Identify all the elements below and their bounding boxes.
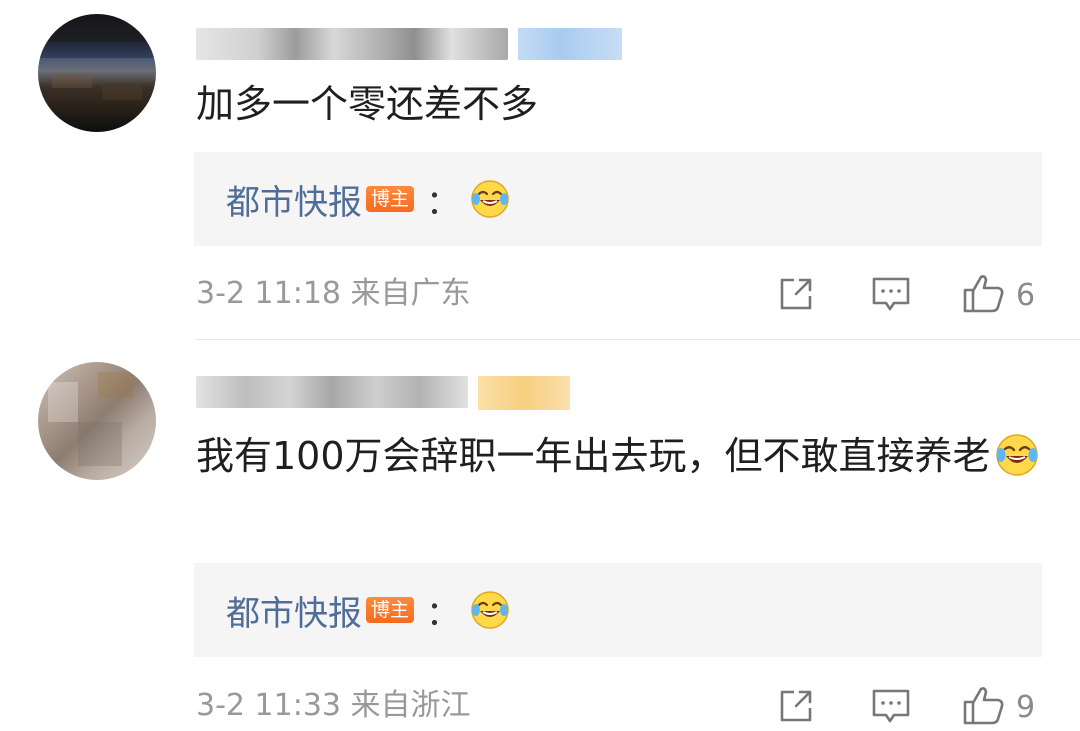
reply-colon: ：: [426, 593, 461, 634]
comment-button[interactable]: [870, 274, 912, 318]
user-badge-redacted: [478, 376, 570, 410]
comment-meta: 3-2 11:18 来自广东: [196, 276, 471, 311]
share-icon: [776, 686, 816, 730]
reply-box[interactable]: 都市快报 博主 ：: [194, 152, 1042, 246]
reply-colon: ：: [426, 182, 461, 223]
blogger-badge: 博主: [366, 597, 415, 623]
reply-author[interactable]: 都市快报: [226, 175, 362, 224]
comment-item: 加多一个零还差不多 都市快报 博主 ： 3-2 11:18 来自广东 6: [0, 0, 1080, 338]
thumbs-up-icon: [962, 272, 1006, 318]
comment-text: 我有100万会辞职一年出去玩，但不敢直接养老: [196, 426, 1056, 486]
share-icon: [776, 274, 816, 318]
like-count: 9: [1016, 689, 1036, 725]
user-badge-redacted: [518, 28, 622, 60]
share-button[interactable]: [776, 686, 816, 730]
like-button[interactable]: 6: [962, 272, 1035, 318]
username-redacted[interactable]: [196, 28, 508, 60]
share-button[interactable]: [776, 274, 816, 318]
reply-line: 都市快报 博主 ：: [226, 563, 510, 657]
like-button[interactable]: 9: [962, 684, 1035, 730]
comment-text-content: 我有100万会辞职一年出去玩，但不敢直接养老: [196, 434, 991, 478]
laughing-tears-emoji-icon: [470, 179, 510, 219]
blogger-badge: 博主: [366, 186, 415, 212]
avatar[interactable]: [38, 362, 156, 480]
reply-author[interactable]: 都市快报: [226, 586, 362, 635]
username-redacted[interactable]: [196, 376, 468, 408]
laughing-tears-emoji-icon: [470, 590, 510, 630]
reply-box[interactable]: 都市快报 博主 ：: [194, 563, 1042, 657]
comment-icon: [870, 274, 912, 318]
thumbs-up-icon: [962, 684, 1006, 730]
comment-text: 加多一个零还差不多: [196, 82, 539, 126]
laughing-tears-emoji-icon: [995, 433, 1039, 477]
avatar[interactable]: [38, 14, 156, 132]
like-count: 6: [1016, 277, 1036, 313]
comment-icon: [870, 686, 912, 730]
reply-line: 都市快报 博主 ：: [226, 152, 510, 246]
comment-meta: 3-2 11:33 来自浙江: [196, 688, 471, 723]
comment-button[interactable]: [870, 686, 912, 730]
